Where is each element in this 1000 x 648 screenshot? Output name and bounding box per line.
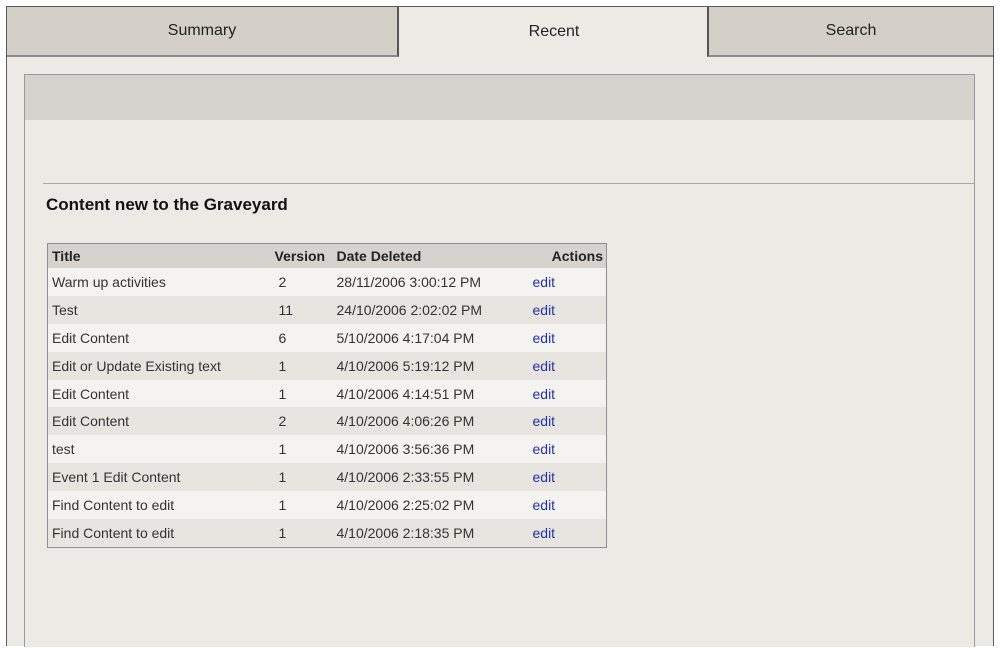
cell-title: Edit Content <box>52 329 130 346</box>
edit-link[interactable]: edit <box>533 302 556 318</box>
table-row: Edit Content 2 4/10/2006 4:06:26 PM edit <box>47 407 607 436</box>
cell-title: Warm up activities <box>52 273 166 290</box>
table-row: Edit Content 6 5/10/2006 4:17:04 PM edit <box>48 324 607 352</box>
cell-version: 1 <box>278 385 287 402</box>
edit-link[interactable]: edit <box>533 330 556 346</box>
cell-version: 1 <box>270 519 333 548</box>
cell-title: Test <box>47 295 271 324</box>
table-body: Warm up activities 2 28/11/2006 3:00:12 PM… <box>47 268 607 548</box>
edit-link[interactable]: edit <box>533 441 556 457</box>
edit-link[interactable]: edit <box>533 274 556 290</box>
section-title: Content new to the Graveyard <box>46 195 288 214</box>
cell-title: Edit Content <box>47 407 271 436</box>
column-header-title: Title <box>47 243 271 268</box>
tab-recent[interactable]: Recent <box>401 7 707 57</box>
cell-date-deleted: 4/10/2006 2:18:35 PM <box>332 519 529 548</box>
edit-link[interactable]: edit <box>533 469 556 485</box>
cell-version: 11 <box>270 295 333 324</box>
tab-summary[interactable]: Summary <box>7 7 399 57</box>
cell-version: 1 <box>278 497 287 514</box>
table-row: Find Content to edit 1 4/10/2006 2:18:35 P… <box>47 519 607 548</box>
cell-version: 1 <box>270 351 333 380</box>
table-row: Edit Content 1 4/10/2006 4:14:51 PM edit <box>48 380 607 408</box>
edit-link[interactable]: edit <box>533 358 556 374</box>
tab-recent-label: Recent <box>528 23 580 40</box>
table-row: Edit or Update Existing text 1 4/10/2006 5… <box>47 351 607 380</box>
cell-version: 1 <box>270 463 333 492</box>
cell-date-deleted: 5/10/2006 4:17:04 PM <box>336 329 475 346</box>
section-divider <box>43 183 975 184</box>
cell-actions: edit <box>528 519 607 548</box>
graveyard-table: Title Version Date Deleted Actions Warm … <box>47 243 607 548</box>
table-row: Event 1 Edit Content 1 4/10/2006 2:33:55 P… <box>47 463 607 492</box>
column-header-actions: Actions <box>528 243 607 268</box>
cell-actions: edit <box>529 268 607 296</box>
edit-link[interactable]: edit <box>533 497 556 513</box>
app-window: Summary Recent Search Content new to the… <box>6 6 994 647</box>
cell-actions: edit <box>528 351 607 380</box>
cell-title: Find Content to edit <box>52 497 175 514</box>
cell-title: Find Content to edit <box>47 519 271 548</box>
cell-date-deleted: 4/10/2006 2:25:02 PM <box>336 497 475 514</box>
cell-actions: edit <box>529 324 607 352</box>
cell-title: Edit Content <box>52 385 130 402</box>
cell-version: 1 <box>278 441 287 458</box>
tab-summary-label: Summary <box>167 22 237 39</box>
cell-date-deleted: 24/10/2006 2:02:02 PM <box>332 295 529 324</box>
cell-date-deleted: 4/10/2006 4:14:51 PM <box>336 385 475 402</box>
cell-date-deleted: 4/10/2006 5:19:12 PM <box>332 351 529 380</box>
column-header-date-deleted: Date Deleted <box>332 243 529 268</box>
tab-search[interactable]: Search <box>707 7 993 57</box>
cell-title: Edit or Update Existing text <box>47 351 271 380</box>
table-row: Warm up activities 2 28/11/2006 3:00:12 PM… <box>48 268 607 296</box>
panel-header-band <box>25 75 974 120</box>
content-panel: Content new to the Graveyard Title Versi… <box>24 74 975 647</box>
cell-title: test <box>52 441 75 458</box>
cell-date-deleted: 4/10/2006 4:06:26 PM <box>332 407 529 436</box>
cell-actions: edit <box>528 295 607 324</box>
column-header-version: Version <box>270 243 333 268</box>
cell-version: 2 <box>270 407 333 436</box>
cell-version: 6 <box>278 329 287 346</box>
cell-version: 2 <box>278 273 287 290</box>
cell-date-deleted: 4/10/2006 3:56:36 PM <box>336 441 475 458</box>
edit-link[interactable]: edit <box>533 386 556 402</box>
table-row: Test 11 24/10/2006 2:02:02 PM edit <box>47 295 607 324</box>
table-header-row: Title Version Date Deleted Actions <box>47 243 607 268</box>
cell-actions: edit <box>529 380 607 408</box>
cell-title: Event 1 Edit Content <box>47 463 271 492</box>
cell-actions: edit <box>529 435 607 463</box>
cell-actions: edit <box>528 463 607 492</box>
table-row: test 1 4/10/2006 3:56:36 PM edit <box>48 435 607 463</box>
cell-date-deleted: 4/10/2006 2:33:55 PM <box>332 463 529 492</box>
edit-link[interactable]: edit <box>533 525 556 541</box>
tab-search-label: Search <box>825 22 877 39</box>
cell-actions: edit <box>529 491 607 519</box>
edit-link[interactable]: edit <box>533 413 556 429</box>
cell-date-deleted: 28/11/2006 3:00:12 PM <box>336 273 482 290</box>
table-row: Find Content to edit 1 4/10/2006 2:25:02 P… <box>48 491 607 519</box>
cell-actions: edit <box>528 407 607 436</box>
